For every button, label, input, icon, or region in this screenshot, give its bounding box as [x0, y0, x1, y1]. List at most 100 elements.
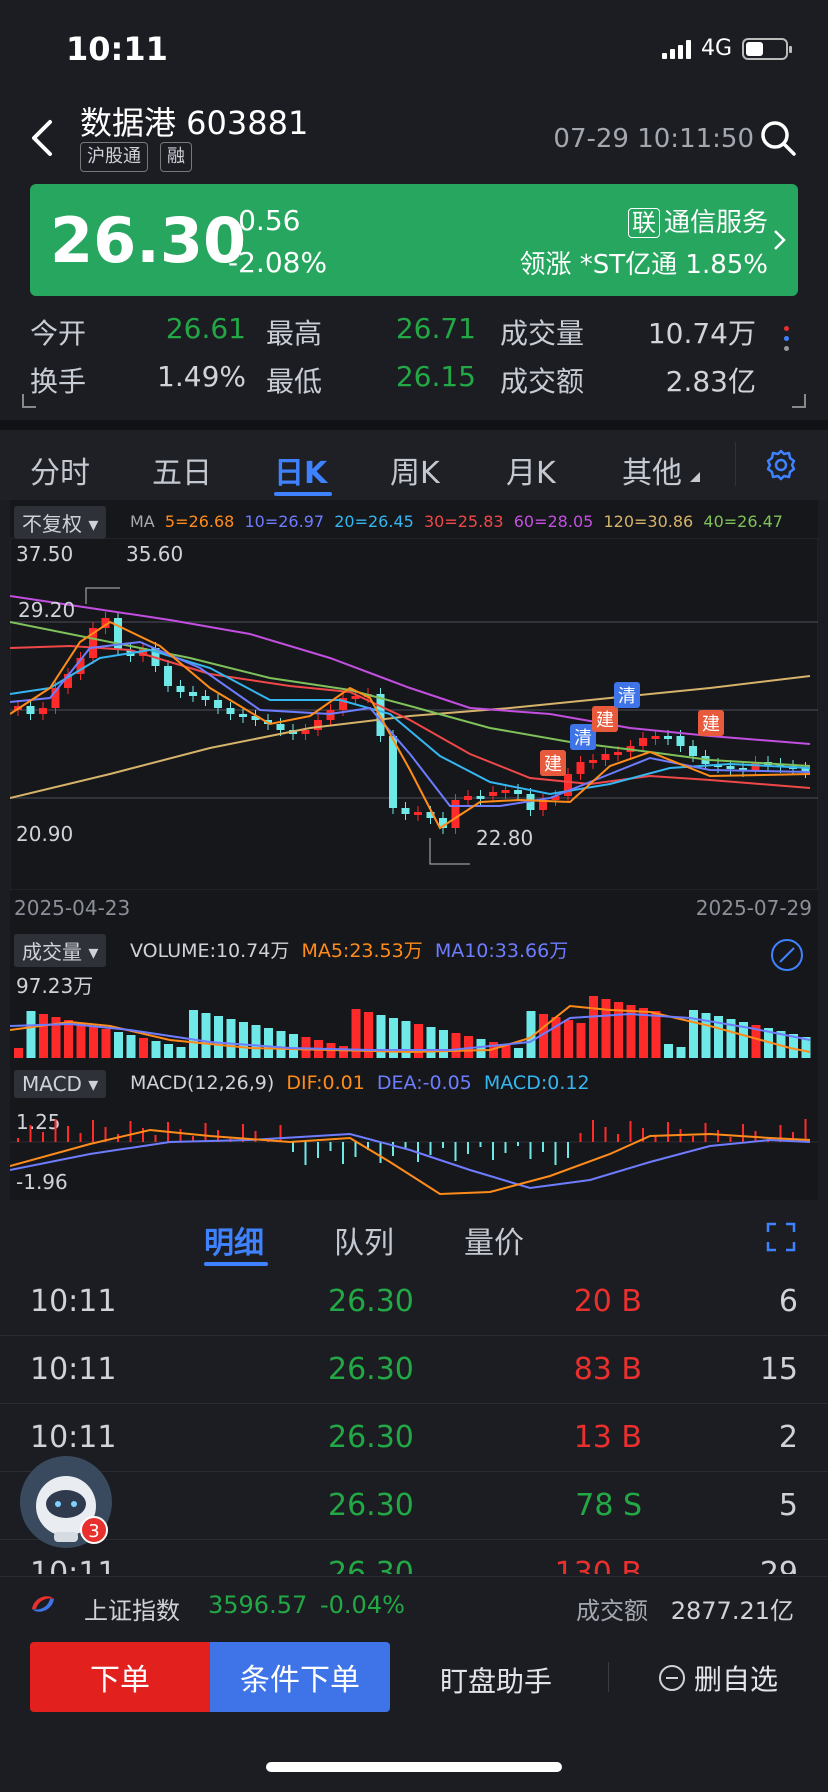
volume-chart — [10, 996, 811, 1058]
trade-volume: 13 B — [573, 1420, 642, 1455]
tab-weekly-k[interactable]: 周K — [390, 448, 440, 492]
trade-marker-label: 建 — [596, 710, 614, 731]
section-divider — [0, 420, 828, 430]
detail-tab-indicator — [204, 1262, 268, 1266]
trade-marker[interactable]: 建 — [592, 706, 618, 732]
period-tabs: 分时 五日 日K 周K 月K 其他 — [0, 430, 828, 500]
y-axis-bottom: 20.90 — [16, 822, 74, 846]
volume-bar — [651, 1011, 661, 1058]
trade-volume: 130 B — [554, 1556, 642, 1574]
ma10-value: 10=26.97 — [244, 512, 325, 531]
candlestick-chart[interactable]: 建清建清建 — [10, 538, 818, 890]
volume-bar — [439, 1030, 448, 1058]
trade-count: 15 — [759, 1352, 798, 1387]
trade-price: 26.30 — [328, 1420, 414, 1455]
volume-chip-label: 成交量 — [22, 940, 82, 964]
expand-corner-left-icon[interactable] — [22, 394, 36, 408]
adjust-selector[interactable]: 不复权 ▾ — [14, 506, 107, 539]
settings-gear-icon[interactable] — [764, 448, 798, 482]
kline-chart-area[interactable]: 不复权 ▾ MA 5=26.68 10=26.97 20=26.45 30=25… — [10, 500, 818, 1200]
trade-list[interactable]: 10:11 26.30 20 B 6 10:11 26.30 83 B 15 1… — [0, 1268, 828, 1574]
volume-bar — [626, 1005, 636, 1058]
tag-hk-connect: 沪股通 — [80, 142, 148, 172]
trade-marker-label: 清 — [574, 728, 592, 749]
dropdown-triangle-icon — [690, 472, 700, 482]
volume-bar — [276, 1031, 286, 1058]
ma30-value: 30=25.83 — [423, 512, 504, 531]
volume-bar — [114, 1032, 123, 1058]
volume-bar — [551, 1017, 561, 1058]
index-amount: 2877.21亿 — [670, 1597, 794, 1625]
trade-time: 10:11 — [30, 1420, 117, 1455]
volume-bar — [589, 996, 598, 1058]
remove-favorite-button[interactable]: 删自选 — [658, 1658, 778, 1698]
tab-intraday[interactable]: 分时 — [30, 448, 90, 492]
macd-params: MACD(12,26,9) — [130, 1072, 275, 1094]
trade-row: 10:11 26.30 130 B 29 — [0, 1540, 828, 1574]
tag-margin: 融 — [160, 142, 192, 172]
trade-count: 2 — [778, 1420, 798, 1455]
tab-other[interactable]: 其他 — [622, 448, 682, 492]
fullscreen-icon[interactable] — [766, 1222, 796, 1252]
volume-bar — [64, 1020, 73, 1058]
price-card[interactable]: 26.30 -0.56 -2.08% 联通信服务 领涨 *ST亿通 1.85% — [30, 184, 798, 296]
candle — [439, 812, 447, 834]
candle — [414, 806, 422, 821]
minus-circle-icon — [659, 1665, 685, 1691]
index-bar[interactable]: 上证指数 3596.57 -0.04% 成交额 2877.21亿 — [0, 1576, 828, 1632]
ma-label: MA — [130, 512, 155, 531]
tab-volume-price[interactable]: 量价 — [464, 1218, 524, 1262]
index-amount-label: 成交额 — [576, 1597, 648, 1625]
price-change-pct: -2.08% — [228, 246, 328, 279]
ma5-value: 5=26.68 — [164, 512, 235, 531]
volume-bar — [426, 1027, 436, 1058]
ma120-line — [10, 675, 811, 799]
macd-selector[interactable]: MACD ▾ — [14, 1070, 107, 1098]
candle — [801, 762, 810, 778]
volume-bar — [189, 1010, 198, 1058]
trade-time: 10:11 — [30, 1284, 117, 1319]
trade-marker[interactable]: 建 — [540, 750, 566, 776]
candle — [301, 724, 310, 740]
date-end: 2025-07-29 — [695, 896, 812, 920]
trade-volume: 78 S — [575, 1488, 642, 1523]
macd-dif: DIF:0.01 — [286, 1072, 365, 1094]
search-icon[interactable] — [758, 118, 798, 158]
trade-price: 26.30 — [328, 1284, 414, 1319]
volume-bar — [664, 1044, 673, 1058]
volume-bar — [414, 1024, 423, 1058]
macd-dea: DEA:-0.05 — [376, 1072, 472, 1094]
volume-bar — [339, 1046, 348, 1058]
trade-count: 5 — [778, 1488, 798, 1523]
conditional-order-button[interactable]: 条件下单 — [210, 1642, 390, 1712]
order-button[interactable]: 下单 — [30, 1642, 210, 1712]
assistant-avatar[interactable]: 3 — [20, 1456, 112, 1548]
ma120-value: 120=30.86 — [603, 512, 694, 531]
back-arrow-icon[interactable] — [26, 118, 56, 158]
stats-panel: 今开 26.61 最高 26.71 成交量 10.74万 换手 1.49% 最低… — [0, 302, 828, 412]
candle — [214, 694, 222, 714]
ma40-value: 40=26.47 — [703, 512, 783, 531]
watch-assistant-button[interactable]: 盯盘助手 — [440, 1660, 552, 1700]
high-label: 最高 — [266, 317, 323, 350]
tab-detail[interactable]: 明细 — [204, 1218, 264, 1262]
trade-marker[interactable]: 清 — [614, 682, 640, 708]
tab-monthly-k[interactable]: 月K — [506, 448, 556, 492]
trade-time: 10:11 — [30, 1352, 117, 1387]
tab-daily-k[interactable]: 日K — [274, 448, 327, 492]
detail-tabs: 明细 队列 量价 — [0, 1204, 828, 1268]
tab-five-day[interactable]: 五日 — [152, 448, 212, 492]
volume-bar — [239, 1022, 248, 1058]
volume-bar — [576, 1023, 586, 1058]
battery-icon — [742, 37, 792, 60]
trade-marker[interactable]: 建 — [698, 710, 724, 736]
expand-corner-right-icon[interactable] — [792, 394, 806, 408]
last-price: 26.30 — [50, 204, 247, 277]
volume-bar — [76, 1023, 86, 1058]
candle — [314, 714, 322, 736]
tab-queue[interactable]: 队列 — [334, 1218, 394, 1262]
candle — [451, 794, 460, 834]
vol-ma5: MA5:23.53万 — [301, 940, 423, 962]
home-indicator[interactable] — [266, 1762, 562, 1772]
more-dots-icon[interactable] — [784, 326, 792, 351]
